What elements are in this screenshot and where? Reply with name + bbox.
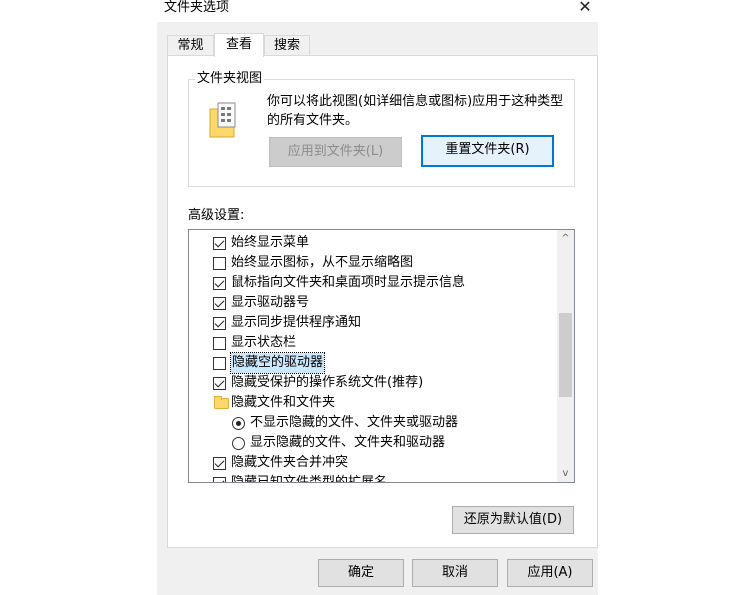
apply-button[interactable]: 应用(A): [507, 559, 593, 587]
radio-selected[interactable]: [232, 417, 245, 430]
tab-general[interactable]: 常规: [167, 35, 214, 55]
item-label-focused: 隐藏空的驱动器: [229, 352, 326, 374]
scroll-down-icon[interactable]: v: [557, 465, 574, 482]
item-label: 鼠标指向文件夹和桌面项时显示提示信息: [231, 275, 466, 290]
window-title: 文件夹选项: [164, 0, 230, 15]
tab-view[interactable]: 查看: [214, 33, 264, 57]
checkbox-checked[interactable]: [213, 237, 226, 250]
item-label: 始终显示图标，从不显示缩略图: [231, 255, 414, 270]
checkbox-unchecked[interactable]: [213, 357, 226, 370]
item-label: 显示驱动器号: [231, 295, 310, 310]
title-bar: 文件夹选项 ✕: [157, 0, 598, 22]
scroll-up-icon[interactable]: ^: [557, 230, 574, 247]
folder-view-group: 文件夹视图 你可以将此视图(如详细信息或图标)应用于这种类型的所有文件夹。 应用…: [188, 71, 575, 187]
folder-options-dialog: 文件夹选项 ✕ 常规 查看 搜索 文件夹视图 你可以将此视图(如详细信息或图标)…: [157, 0, 598, 595]
view-tab-panel: 文件夹视图 你可以将此视图(如详细信息或图标)应用于这种类型的所有文件夹。 应用…: [167, 55, 598, 548]
radio-unselected[interactable]: [232, 437, 245, 450]
checkbox-checked[interactable]: [213, 477, 226, 482]
advanced-settings-label: 高级设置:: [188, 208, 245, 223]
item-label: 隐藏受保护的操作系统文件(推荐): [231, 375, 424, 390]
checkbox-unchecked[interactable]: [213, 337, 226, 350]
vertical-scrollbar[interactable]: ^ v: [557, 230, 574, 482]
item-label: 不显示隐藏的文件、文件夹或驱动器: [250, 415, 459, 430]
advanced-settings-list[interactable]: 始终显示菜单 始终显示图标，从不显示缩略图 鼠标指向文件夹和桌面项时显示提示信息…: [188, 229, 575, 483]
item-label: 隐藏文件夹合并冲突: [231, 455, 349, 470]
checkbox-unchecked[interactable]: [213, 257, 226, 270]
reset-folders-button[interactable]: 重置文件夹(R): [421, 135, 554, 167]
item-label: 隐藏文件和文件夹: [231, 395, 336, 410]
checkbox-checked[interactable]: [213, 277, 226, 290]
tab-search[interactable]: 搜索: [264, 35, 310, 55]
checkbox-checked[interactable]: [213, 317, 226, 330]
item-label: 隐藏已知文件类型的扩展名: [231, 475, 388, 483]
folder-view-legend: 文件夹视图: [195, 71, 265, 87]
close-icon[interactable]: ✕: [576, 0, 594, 16]
folder-view-icon: [209, 102, 236, 138]
item-label: 始终显示菜单: [231, 235, 310, 250]
item-label: 显示隐藏的文件、文件夹和驱动器: [250, 435, 446, 450]
restore-defaults-button[interactable]: 还原为默认值(D): [452, 506, 574, 534]
apply-to-folders-button[interactable]: 应用到文件夹(L): [269, 137, 402, 167]
checkbox-checked[interactable]: [213, 377, 226, 390]
folder-view-description: 你可以将此视图(如详细信息或图标)应用于这种类型的所有文件夹。: [267, 94, 564, 128]
checkbox-checked[interactable]: [213, 297, 226, 310]
folder-icon: [214, 396, 229, 409]
cancel-button[interactable]: 取消: [412, 559, 498, 587]
ok-button[interactable]: 确定: [318, 559, 404, 587]
checkbox-checked[interactable]: [213, 457, 226, 470]
item-label: 显示状态栏: [231, 335, 297, 350]
scroll-thumb[interactable]: [559, 313, 572, 397]
item-label: 显示同步提供程序通知: [231, 315, 362, 330]
